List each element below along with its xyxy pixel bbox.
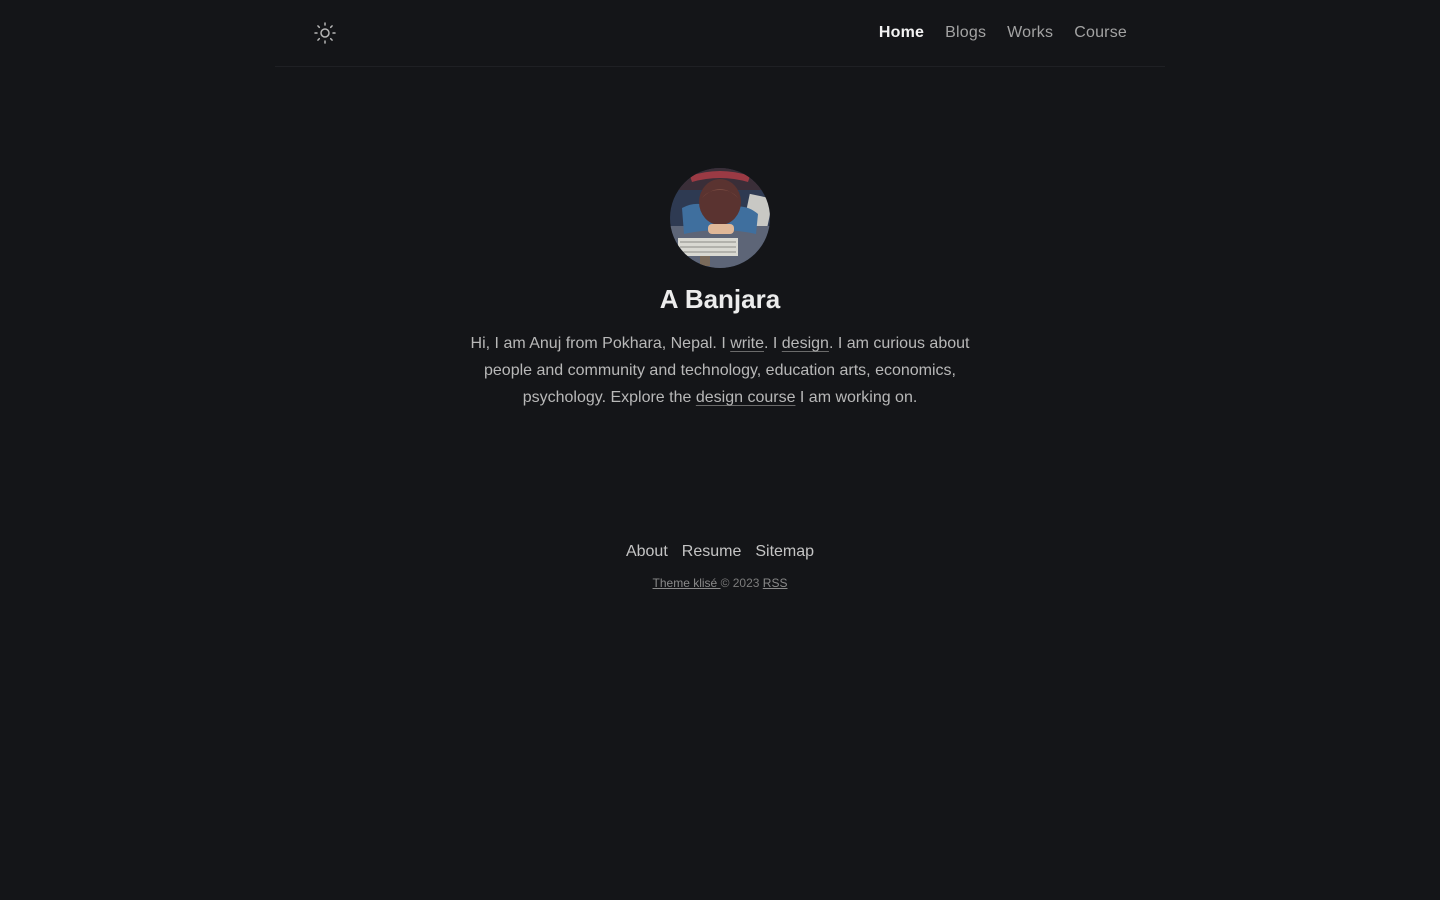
footer-about-link[interactable]: About xyxy=(626,543,668,561)
nav-blogs-link[interactable]: Blogs xyxy=(945,24,986,42)
nav-home-link[interactable]: Home xyxy=(879,24,924,42)
theme-toggle-button[interactable] xyxy=(313,21,337,45)
footer-sitemap-link[interactable]: Sitemap xyxy=(755,543,814,561)
rss-link[interactable]: RSS xyxy=(763,576,788,590)
nav-course-link[interactable]: Course xyxy=(1074,24,1127,42)
sun-icon xyxy=(314,22,336,44)
theme-credit-link[interactable]: Theme klisé xyxy=(653,576,721,590)
bio-text: . I xyxy=(764,335,782,352)
main-nav: Home Blogs Works Course xyxy=(879,0,1127,66)
bio-design-course-link[interactable]: design course xyxy=(696,389,796,406)
avatar-illustration xyxy=(670,168,770,268)
copyright-line: Theme klisé © 2023 RSS xyxy=(0,576,1440,590)
avatar xyxy=(670,168,770,268)
profile-name: A Banjara xyxy=(659,284,781,314)
profile-bio: Hi, I am Anuj from Pokhara, Nepal. I wri… xyxy=(466,330,974,411)
bio-design-link[interactable]: design xyxy=(782,335,829,352)
bio-text: Hi, I am Anuj from Pokhara, Nepal. I xyxy=(470,335,731,352)
bio-write-link[interactable]: write xyxy=(730,335,764,352)
footer-resume-link[interactable]: Resume xyxy=(682,543,742,561)
copyright-text: © 2023 xyxy=(720,576,763,590)
footer-links: About Resume Sitemap xyxy=(0,543,1440,561)
site-header: Home Blogs Works Course xyxy=(275,0,1165,67)
bio-text: I am working on. xyxy=(795,389,918,406)
nav-works-link[interactable]: Works xyxy=(1007,24,1053,42)
